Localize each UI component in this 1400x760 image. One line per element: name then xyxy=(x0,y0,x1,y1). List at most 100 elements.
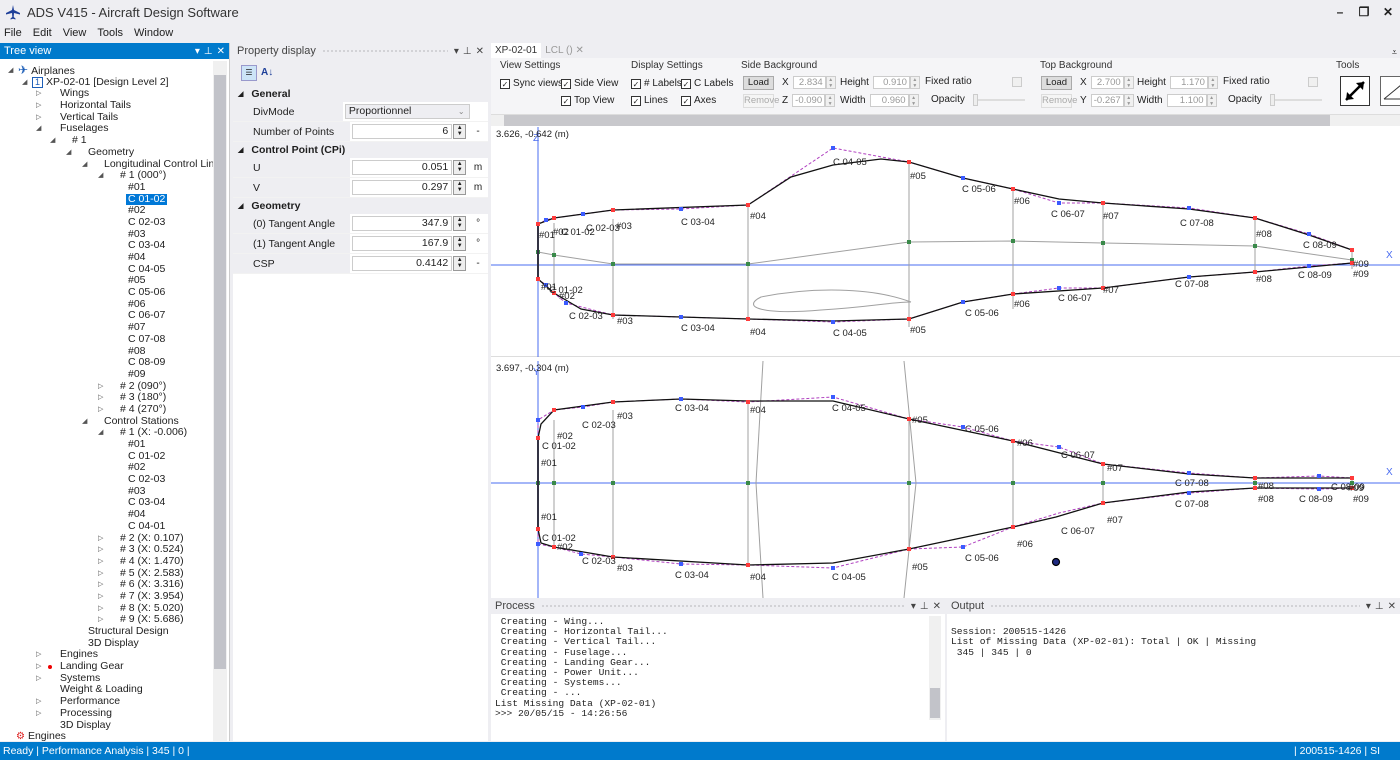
tree-node[interactable]: C 01-02 xyxy=(0,193,214,206)
top-opacity-slider[interactable] xyxy=(1269,93,1322,106)
scrollbar-thumb[interactable] xyxy=(930,688,940,718)
expand-arrow-icon[interactable]: ▷ xyxy=(36,696,41,708)
hash-labels-checkbox[interactable]: ✓ # Labels xyxy=(631,78,682,89)
tree-node[interactable]: C 04-05 xyxy=(0,263,214,276)
expand-arrow-icon[interactable]: ▷ xyxy=(98,544,103,556)
property-input[interactable]: 0.051 ▲ ▼ xyxy=(352,160,467,175)
property-input[interactable]: 347.9 ▲ ▼ xyxy=(352,216,467,231)
collapse-arrow-icon[interactable]: ◢ xyxy=(66,147,71,159)
tab-lcl[interactable]: LCL () ✕ xyxy=(541,43,588,58)
side-load-button[interactable]: Load xyxy=(743,76,774,90)
tree-node[interactable]: ▷ Landing Gear xyxy=(0,660,214,673)
close-icon[interactable]: ✕ xyxy=(217,46,225,57)
property-input[interactable]: 6 ▲ ▼ xyxy=(352,124,467,139)
tree-node[interactable]: #02 xyxy=(0,462,214,474)
expand-arrow-icon[interactable]: ▷ xyxy=(36,673,41,685)
spinner-icon[interactable]: ▲ ▼ xyxy=(453,256,467,271)
tree-scrollbar[interactable] xyxy=(213,61,227,741)
spinner-icon[interactable]: ▲ ▼ xyxy=(825,94,836,107)
spinner-icon[interactable]: ▲ ▼ xyxy=(1123,94,1134,107)
tree-node[interactable]: 3D Display xyxy=(0,637,214,650)
expand-arrow-icon[interactable]: ▷ xyxy=(98,404,103,416)
property-category[interactable]: ◢ Geometry xyxy=(233,198,488,214)
side-opacity-slider[interactable] xyxy=(972,93,1025,106)
tree-node[interactable]: #04 xyxy=(0,251,214,264)
restore-button[interactable]: ❐ xyxy=(1352,0,1376,24)
menu-view[interactable]: View xyxy=(63,27,87,39)
dropdown-icon[interactable]: ▾ xyxy=(1366,601,1371,612)
tree-node[interactable]: ◢ # 1 (000°) xyxy=(0,169,214,182)
spinner-icon[interactable]: ▲ ▼ xyxy=(1123,76,1134,89)
tree-node[interactable]: C 03-04 xyxy=(0,497,214,509)
tree-node[interactable]: #04 xyxy=(0,508,214,521)
pin-icon[interactable]: ⊥ xyxy=(204,46,213,57)
tree-node[interactable]: ▷ # 2 (090°) xyxy=(0,380,214,393)
spinner-icon[interactable]: ▲ ▼ xyxy=(909,76,920,89)
spinner-icon[interactable]: ▲ ▼ xyxy=(453,124,467,139)
settings-horizontal-scrollbar[interactable] xyxy=(491,115,1400,126)
property-input[interactable]: 167.9 ▲ ▼ xyxy=(352,236,467,251)
property-input[interactable]: 0.4142 ▲ ▼ xyxy=(352,256,467,271)
dropdown-icon[interactable]: ▾ xyxy=(911,601,916,612)
sync-views-checkbox[interactable]: ✓ Sync views xyxy=(500,78,563,89)
tree-node[interactable]: C 06-07 xyxy=(0,310,214,322)
tree-node[interactable]: #01 xyxy=(0,438,214,451)
tree-node[interactable]: ◢ # 1 (X: -0.006) xyxy=(0,426,214,439)
collapse-arrow-icon[interactable]: ◢ xyxy=(98,427,103,439)
menu-file[interactable]: File xyxy=(4,27,22,39)
expand-arrow-icon[interactable]: ▷ xyxy=(98,591,103,603)
tree-node[interactable]: #05 xyxy=(0,275,214,287)
chevron-down-icon[interactable]: ⌄ xyxy=(458,105,465,118)
top-height-input[interactable]: 1.170 xyxy=(1169,76,1208,89)
expand-arrow-icon[interactable]: ▷ xyxy=(36,708,41,720)
expand-arrow-icon[interactable]: ▷ xyxy=(98,568,103,580)
tree-node[interactable]: C 03-04 xyxy=(0,239,214,252)
expand-arrow-icon[interactable]: ▷ xyxy=(98,381,103,393)
spinner-icon[interactable]: ▲ ▼ xyxy=(1206,94,1217,107)
dropdown-icon[interactable]: ▾ xyxy=(454,46,459,57)
tree-node[interactable]: #08 xyxy=(0,345,214,358)
spinner-icon[interactable]: ▲ ▼ xyxy=(453,236,467,251)
lines-checkbox[interactable]: ✓ Lines xyxy=(631,95,668,106)
tree-node[interactable]: #06 xyxy=(0,298,214,311)
side-remove-button[interactable]: Remove xyxy=(743,94,779,108)
side-height-input[interactable]: 0.910 xyxy=(872,76,910,89)
side-z-input[interactable]: -0.090 xyxy=(792,94,826,107)
top-view-checkbox[interactable]: ✓ Top View xyxy=(561,95,614,106)
tree-node[interactable]: #09 xyxy=(0,368,214,381)
property-select[interactable]: Proportionnel ⌄ xyxy=(344,104,470,119)
side-x-input[interactable]: 2.834 xyxy=(792,76,826,89)
expand-arrow-icon[interactable]: ▷ xyxy=(36,112,41,124)
collapse-arrow-icon[interactable]: ◢ xyxy=(238,146,243,154)
collapse-arrow-icon[interactable]: ◢ xyxy=(238,90,243,98)
top-load-button[interactable]: Load xyxy=(1041,76,1072,90)
tree-node[interactable]: ▷ # 3 (180°) xyxy=(0,391,214,404)
scrollbar-thumb[interactable] xyxy=(214,75,226,669)
tree-node[interactable]: C 02-03 xyxy=(0,216,214,229)
tab-xp-02-01[interactable]: XP-02-01 xyxy=(491,43,542,58)
property-category[interactable]: ◢ General xyxy=(233,86,488,102)
menu-window[interactable]: Window xyxy=(134,27,173,39)
collapse-arrow-icon[interactable]: ◢ xyxy=(238,202,243,210)
spinner-icon[interactable]: ▲ ▼ xyxy=(453,180,467,195)
pin-icon[interactable]: ⊥ xyxy=(463,46,472,57)
collapse-arrow-icon[interactable]: ◢ xyxy=(82,416,87,428)
tree-node[interactable]: ◢ Fuselages xyxy=(0,123,214,135)
spinner-icon[interactable]: ▲ ▼ xyxy=(1207,76,1218,89)
expand-arrow-icon[interactable]: ▷ xyxy=(36,88,41,100)
expand-arrow-icon[interactable]: ▷ xyxy=(98,392,103,404)
expand-arrow-icon[interactable]: ▷ xyxy=(98,533,103,545)
expand-arrow-icon[interactable]: ▷ xyxy=(98,579,103,591)
expand-arrow-icon[interactable]: ▷ xyxy=(36,649,41,661)
collapse-arrow-icon[interactable]: ◢ xyxy=(50,135,55,147)
property-input[interactable]: 0.297 ▲ ▼ xyxy=(352,180,467,195)
collapse-arrow-icon[interactable]: ◢ xyxy=(98,170,103,182)
collapse-arrow-icon[interactable]: ◢ xyxy=(8,65,13,77)
spinner-icon[interactable]: ▲ ▼ xyxy=(825,76,836,89)
side-width-input[interactable]: 0.960 xyxy=(869,94,909,107)
collapse-arrow-icon[interactable]: ◢ xyxy=(36,123,41,135)
minimize-button[interactable]: – xyxy=(1328,0,1352,24)
axes-checkbox[interactable]: ✓ Axes xyxy=(681,95,716,106)
expand-arrow-icon[interactable]: ▷ xyxy=(98,556,103,568)
side-view-checkbox[interactable]: ✓ Side View xyxy=(561,78,618,89)
